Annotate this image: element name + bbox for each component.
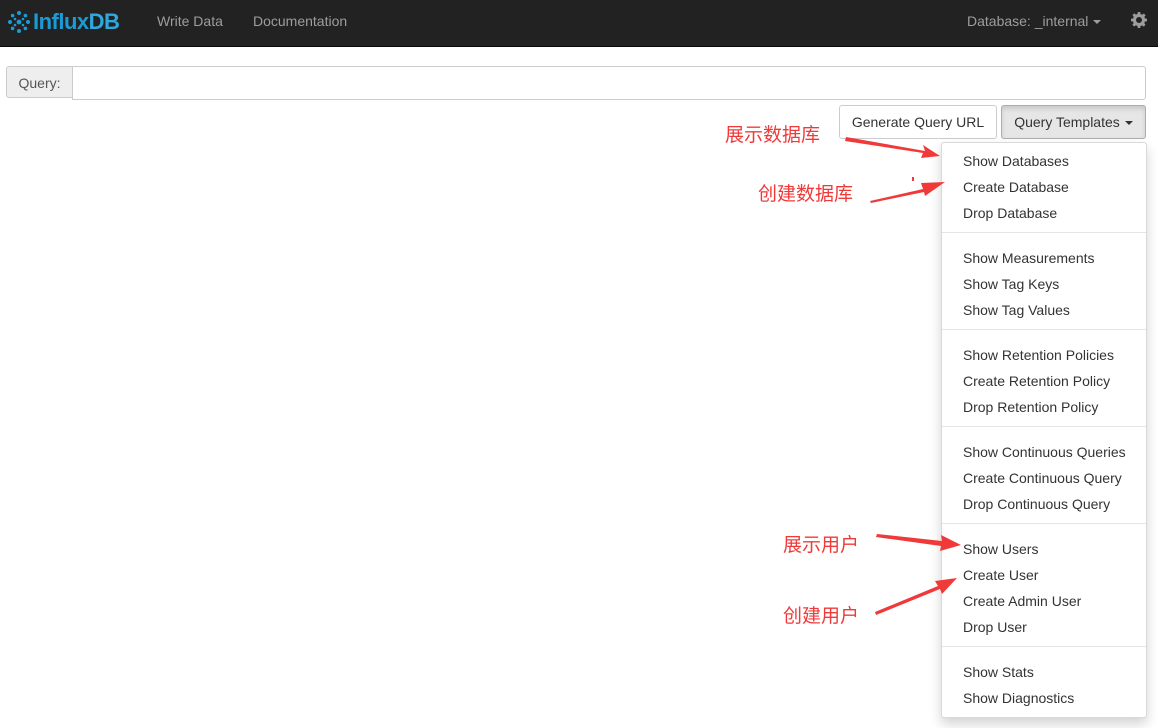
annotation-create-database: 创建数据库 [758,183,854,205]
annotation-create-users: 创建用户 [783,605,860,627]
arrow-to-show-databases [845,137,940,158]
arrow-to-create-user [875,578,957,615]
annotation-arrows [845,137,961,615]
annotation-dot [912,177,914,181]
arrow-to-show-users [876,534,961,551]
annotation-show-users: 展示用户 [783,534,860,556]
arrow-to-create-database [870,182,945,203]
influxdb-admin-page: InfluxDB Write Data Documentation Databa… [0,0,1158,728]
annotation-show-databases: 展示数据库 [725,124,821,146]
